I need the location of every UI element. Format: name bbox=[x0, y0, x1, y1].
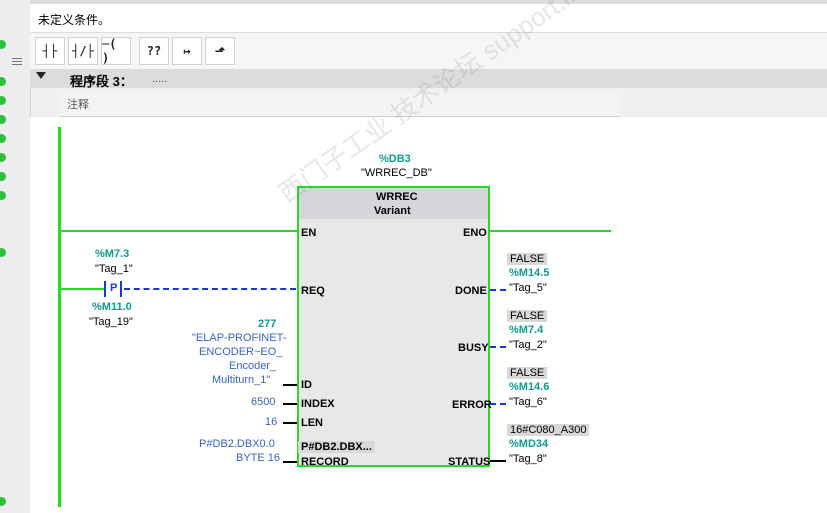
left-gutter bbox=[0, 0, 31, 513]
status-dot-icon bbox=[0, 172, 6, 181]
len-wire bbox=[283, 422, 297, 424]
error-tag[interactable]: "Tag_6" bbox=[509, 396, 547, 408]
condition-bar bbox=[30, 0, 827, 33]
index-wire bbox=[283, 403, 297, 405]
record-hint: P#DB2.DBX... bbox=[298, 441, 375, 453]
pin-eno: ENO bbox=[463, 227, 487, 239]
busy-tag[interactable]: "Tag_2" bbox=[509, 339, 547, 351]
empty-box-button[interactable]: ?? bbox=[139, 37, 169, 65]
status-address: %MD34 bbox=[509, 438, 549, 450]
index-value[interactable]: 6500 bbox=[251, 396, 275, 408]
done-tag[interactable]: "Tag_5" bbox=[509, 282, 547, 294]
pin-busy: BUSY bbox=[458, 342, 489, 354]
pin-req: REQ bbox=[301, 285, 325, 297]
menu-lines-icon[interactable] bbox=[12, 58, 22, 66]
en-wire bbox=[60, 230, 297, 232]
open-branch-button[interactable]: ↦ bbox=[172, 37, 202, 65]
pin-done: DONE bbox=[455, 285, 487, 297]
record-value-line-1[interactable]: P#DB2.DBX0.0 bbox=[199, 438, 275, 450]
done-address: %M14.5 bbox=[509, 267, 550, 279]
status-dot-icon bbox=[0, 153, 6, 162]
error-wire bbox=[490, 403, 506, 405]
pin-record: RECORD bbox=[301, 456, 349, 468]
pin-en: EN bbox=[301, 227, 317, 239]
id-name-line-1[interactable]: "ELAP-PROFINET- bbox=[192, 332, 286, 344]
block-type: WRREC bbox=[376, 191, 418, 203]
pin-id: ID bbox=[301, 379, 312, 391]
status-dot-icon bbox=[0, 115, 6, 124]
req-contact-tag: "Tag_1" bbox=[95, 263, 133, 275]
status-dot-icon bbox=[0, 77, 6, 86]
edge-address: %M11.0 bbox=[92, 301, 132, 313]
id-name-line-4[interactable]: Multiturn_1" bbox=[212, 374, 270, 386]
no-contact-button[interactable]: ┤├ bbox=[35, 37, 65, 65]
pin-len: LEN bbox=[301, 417, 323, 429]
record-wire bbox=[283, 461, 297, 463]
pin-index: INDEX bbox=[301, 398, 335, 410]
len-value[interactable]: 16 bbox=[265, 416, 277, 428]
status-dot-icon bbox=[0, 497, 6, 506]
network-title-extra[interactable]: ..... bbox=[152, 73, 167, 85]
pin-status: STATUS bbox=[448, 456, 491, 468]
status-dot-icon bbox=[0, 40, 6, 49]
contact-right-bar bbox=[120, 281, 122, 297]
eno-wire bbox=[490, 230, 611, 232]
wrrec-block[interactable] bbox=[297, 186, 490, 467]
comment-label: 注释 bbox=[67, 99, 89, 111]
network-title: 程序段 3： bbox=[70, 74, 133, 89]
id-value: 277 bbox=[258, 318, 277, 330]
status-dot-icon bbox=[0, 248, 6, 257]
close-branch-button[interactable]: ⬏ bbox=[205, 37, 235, 65]
busy-wire bbox=[490, 346, 506, 348]
power-rail bbox=[58, 127, 61, 507]
status-wire bbox=[490, 460, 506, 462]
done-value: FALSE bbox=[507, 253, 548, 265]
status-dot-icon bbox=[0, 191, 6, 200]
busy-address: %M7.4 bbox=[509, 324, 544, 336]
pin-error: ERROR bbox=[452, 399, 492, 411]
id-name-line-3[interactable]: Encoder_ bbox=[229, 360, 276, 372]
req-wire bbox=[124, 288, 296, 290]
req-rail-wire bbox=[60, 288, 105, 290]
record-value-line-2[interactable]: BYTE 16 bbox=[236, 452, 280, 464]
error-address: %M14.6 bbox=[509, 381, 550, 393]
status-dot-icon bbox=[0, 134, 6, 143]
req-contact-address: %M7.3 bbox=[95, 248, 130, 260]
db-address: %DB3 bbox=[379, 153, 411, 165]
p-contact-label[interactable]: P bbox=[110, 282, 117, 294]
status-tag[interactable]: "Tag_8" bbox=[509, 453, 547, 465]
db-name: "WRREC_DB" bbox=[361, 167, 432, 179]
id-wire bbox=[283, 384, 297, 386]
block-variant: Variant bbox=[374, 205, 411, 217]
contact-left-bar bbox=[104, 281, 106, 297]
error-value: FALSE bbox=[507, 367, 548, 379]
comment-field[interactable] bbox=[60, 93, 620, 117]
coil-button[interactable]: ─( ) bbox=[101, 37, 131, 65]
collapse-triangle-icon[interactable] bbox=[36, 72, 46, 79]
busy-value: FALSE bbox=[507, 310, 548, 322]
nc-contact-button[interactable]: ┤/├ bbox=[68, 37, 98, 65]
condition-text: 未定义条件。 bbox=[38, 13, 111, 27]
done-wire bbox=[490, 289, 506, 291]
top-strip bbox=[30, 0, 827, 4]
edge-tag: "Tag_19" bbox=[89, 316, 133, 328]
id-name-line-2[interactable]: ENCODER~EO_ bbox=[199, 346, 282, 358]
status-value: 16#C080_A300 bbox=[507, 424, 590, 436]
status-dot-icon bbox=[0, 96, 6, 105]
